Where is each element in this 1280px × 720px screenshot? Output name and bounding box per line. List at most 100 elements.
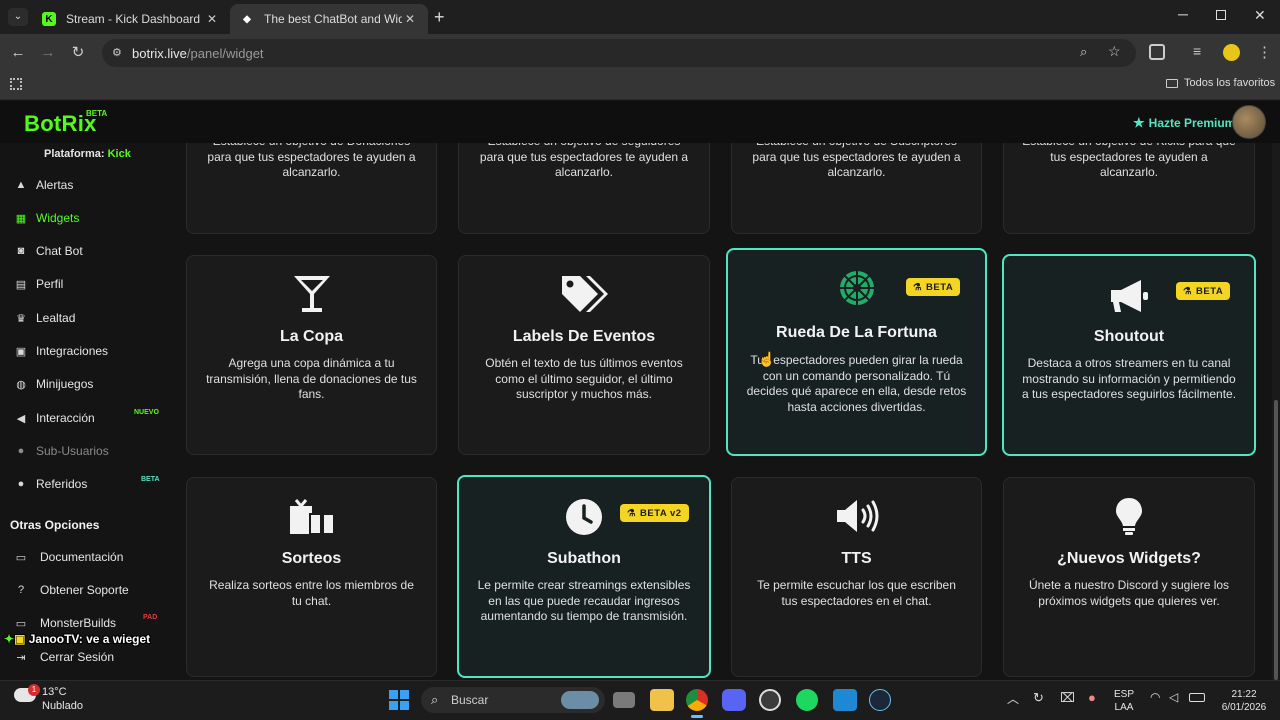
reload-icon[interactable]: ↻ bbox=[69, 44, 87, 62]
widget-card-subscriber-goal[interactable]: Establece un objetivo de Suscriptores pa… bbox=[731, 143, 982, 234]
mouse-cursor-icon: ☝ bbox=[758, 351, 776, 367]
new-tab-icon[interactable]: + bbox=[434, 7, 445, 28]
clock[interactable]: 21:22 6/01/2026 bbox=[1216, 688, 1272, 714]
widget-card-subathon[interactable]: ⚗ BETA v2 Subathon Le permite crear strea… bbox=[457, 475, 711, 678]
sidebar-item-widgets[interactable]: ▦ Widgets bbox=[14, 207, 80, 229]
lightbulb-icon bbox=[1004, 496, 1254, 541]
beta-badge: ⚗ BETA bbox=[1176, 282, 1231, 300]
sidebar-item-lealtad[interactable]: ♛ Lealtad bbox=[14, 307, 75, 329]
sidebar-item-monsterbuilds[interactable]: ▭ MonsterBuilds bbox=[14, 612, 116, 634]
trophy-icon: ♛ bbox=[16, 312, 26, 325]
widget-card-la-copa[interactable]: La Copa Agrega una copa dinámica a tu tr… bbox=[186, 255, 437, 455]
bookmark-star-icon[interactable]: ☆ bbox=[1108, 43, 1121, 60]
sync-icon[interactable]: ↻ bbox=[1033, 690, 1044, 706]
cocktail-icon bbox=[187, 272, 436, 321]
chat-badge-icon: ✦ bbox=[4, 632, 15, 646]
vscode-icon[interactable] bbox=[833, 689, 857, 711]
close-tab-icon[interactable]: ✕ bbox=[204, 12, 220, 26]
language-indicator[interactable]: ESP LAA bbox=[1114, 688, 1134, 714]
minimize-icon[interactable]: ─ bbox=[1178, 6, 1188, 22]
chevron-up-icon[interactable]: ︿ bbox=[1007, 690, 1019, 707]
botrix-favicon-icon: ◆ bbox=[243, 13, 251, 25]
sidebar-item-minijuegos[interactable]: ◍ Minijuegos bbox=[14, 373, 93, 395]
media-icon[interactable]: ≡ bbox=[1193, 43, 1201, 59]
sidebar-item-alertas[interactable]: ▲ Alertas bbox=[14, 174, 74, 196]
sidebar-item-perfil[interactable]: ▤ Perfil bbox=[14, 273, 64, 295]
url-input[interactable]: ⚙ botrix.live/panel/widget ⌕ ☆ bbox=[102, 39, 1136, 67]
sidebar-item-interaccion[interactable]: ◀ Interacción bbox=[14, 407, 95, 429]
sidebar-item-integraciones[interactable]: ▣ Integraciones bbox=[14, 340, 108, 362]
file-explorer-icon[interactable] bbox=[650, 689, 674, 711]
widget-card-nuevos-widgets[interactable]: ¿Nuevos Widgets? Únete a nuestro Discord… bbox=[1003, 477, 1255, 677]
widget-card-follower-goal[interactable]: Establece un objetivo de seguidores para… bbox=[458, 143, 710, 234]
crown-icon: ▣ bbox=[14, 632, 26, 646]
widget-card-shoutout[interactable]: ⚗ BETA Shoutout Destaca a otros streamers… bbox=[1002, 254, 1256, 456]
sidebar-item-cerrar-sesion[interactable]: ⇥ Cerrar Sesión bbox=[14, 646, 114, 668]
sidebar-item-soporte[interactable]: ? Obtener Soporte bbox=[14, 579, 129, 601]
back-icon[interactable]: ← bbox=[9, 44, 27, 62]
wifi-icon[interactable]: ◠ bbox=[1150, 690, 1160, 704]
widget-card-kicks-goal[interactable]: Establece un objetivo de Kicks para que … bbox=[1003, 143, 1255, 234]
user-avatar[interactable] bbox=[1232, 105, 1266, 139]
premium-button[interactable]: ★ Hazte Premium bbox=[1133, 115, 1235, 131]
sidebar-item-referidos[interactable]: ● Referidos bbox=[14, 473, 88, 495]
card-description: Establece un objetivo de Suscriptores pa… bbox=[752, 143, 961, 179]
app-header bbox=[0, 101, 1280, 143]
tray-app-icon[interactable]: ⌧ bbox=[1060, 690, 1075, 706]
microphone-icon[interactable]: ● bbox=[1088, 690, 1096, 705]
book-icon: ▭ bbox=[15, 551, 27, 564]
active-app-indicator bbox=[691, 715, 703, 718]
all-bookmarks[interactable]: Todos los favoritos bbox=[1166, 77, 1275, 89]
site-settings-icon[interactable]: ⚙ bbox=[112, 46, 122, 59]
folder-icon bbox=[1166, 78, 1178, 88]
flask-icon: ⚗ bbox=[1183, 285, 1193, 297]
taskbar-search[interactable]: ⌕ Buscar bbox=[421, 687, 605, 713]
sidebar-item-label: Interacción bbox=[36, 411, 95, 425]
sidebar-item-label: Alertas bbox=[36, 178, 74, 192]
sidebar-item-sub-usuarios[interactable]: ● Sub-Usuarios bbox=[14, 440, 109, 462]
widget-card-labels-de-eventos[interactable]: Labels De Eventos Obtén el texto de tus … bbox=[458, 255, 710, 455]
discord-icon[interactable] bbox=[722, 689, 746, 711]
tab-kick-dashboard[interactable]: K Stream - Kick Dashboard ✕ bbox=[32, 4, 230, 34]
card-title: Subathon bbox=[547, 550, 621, 567]
sidebar-item-documentacion[interactable]: ▭ Documentación bbox=[14, 546, 124, 568]
volume-icon[interactable]: ◁ bbox=[1169, 690, 1178, 704]
scrollbar-thumb[interactable] bbox=[1274, 400, 1278, 680]
chrome-icon[interactable] bbox=[686, 689, 708, 711]
widget-card-sorteos[interactable]: Sorteos Realiza sorteos entre los miembr… bbox=[186, 477, 437, 677]
task-view-icon[interactable] bbox=[613, 692, 635, 708]
widgets-grid: Establece un objetivo de Donaciones para… bbox=[166, 143, 1272, 680]
menu-icon[interactable]: ⋮ bbox=[1257, 43, 1272, 61]
profile-icon[interactable] bbox=[1223, 44, 1240, 61]
spotify-icon[interactable] bbox=[796, 689, 818, 711]
laptop-icon: ▭ bbox=[15, 617, 27, 630]
sidebar-item-chat-bot[interactable]: ◙ Chat Bot bbox=[14, 240, 83, 262]
card-description: Le permite crear streamings extensibles … bbox=[477, 578, 691, 623]
sidebar-item-label: Sub-Usuarios bbox=[36, 444, 109, 458]
sidebar-item-label: Cerrar Sesión bbox=[40, 650, 115, 664]
chat-user: JanooTV bbox=[28, 632, 79, 646]
kick-favicon-icon: K bbox=[42, 12, 56, 26]
sidebar-item-label: Widgets bbox=[36, 211, 80, 225]
all-bookmarks-label: Todos los favoritos bbox=[1184, 77, 1276, 89]
apps-grid-icon[interactable] bbox=[10, 78, 22, 90]
app-icon[interactable] bbox=[759, 689, 781, 711]
forward-icon[interactable]: → bbox=[39, 44, 57, 62]
close-tab-icon[interactable]: ✕ bbox=[402, 12, 418, 26]
battery-icon[interactable] bbox=[1189, 693, 1205, 702]
card-description: Únete a nuestro Discord y sugiere los pr… bbox=[1028, 578, 1230, 608]
steam-icon[interactable] bbox=[869, 689, 891, 711]
card-description: Realiza sorteos entre los miembros de tu… bbox=[209, 578, 414, 608]
sidebar-item-label: Documentación bbox=[40, 550, 124, 564]
tab-search-button[interactable]: ⌄ bbox=[8, 8, 28, 26]
widget-card-tts[interactable]: TTS Te permite escuchar los que escriben… bbox=[731, 477, 982, 677]
close-window-icon[interactable]: ✕ bbox=[1254, 7, 1266, 24]
tab-botrix[interactable]: ◆ The best ChatBot and Widgets ✕ bbox=[230, 4, 428, 34]
lang-top: ESP bbox=[1114, 689, 1135, 700]
windows-start-icon[interactable] bbox=[389, 690, 409, 710]
widget-card-donation-goal[interactable]: Establece un objetivo de Donaciones para… bbox=[186, 143, 437, 234]
extensions-icon[interactable] bbox=[1149, 44, 1165, 60]
maximize-icon[interactable] bbox=[1216, 10, 1226, 20]
logo-beta-badge: BETA bbox=[86, 109, 108, 118]
zoom-icon[interactable]: ⌕ bbox=[1080, 44, 1087, 60]
